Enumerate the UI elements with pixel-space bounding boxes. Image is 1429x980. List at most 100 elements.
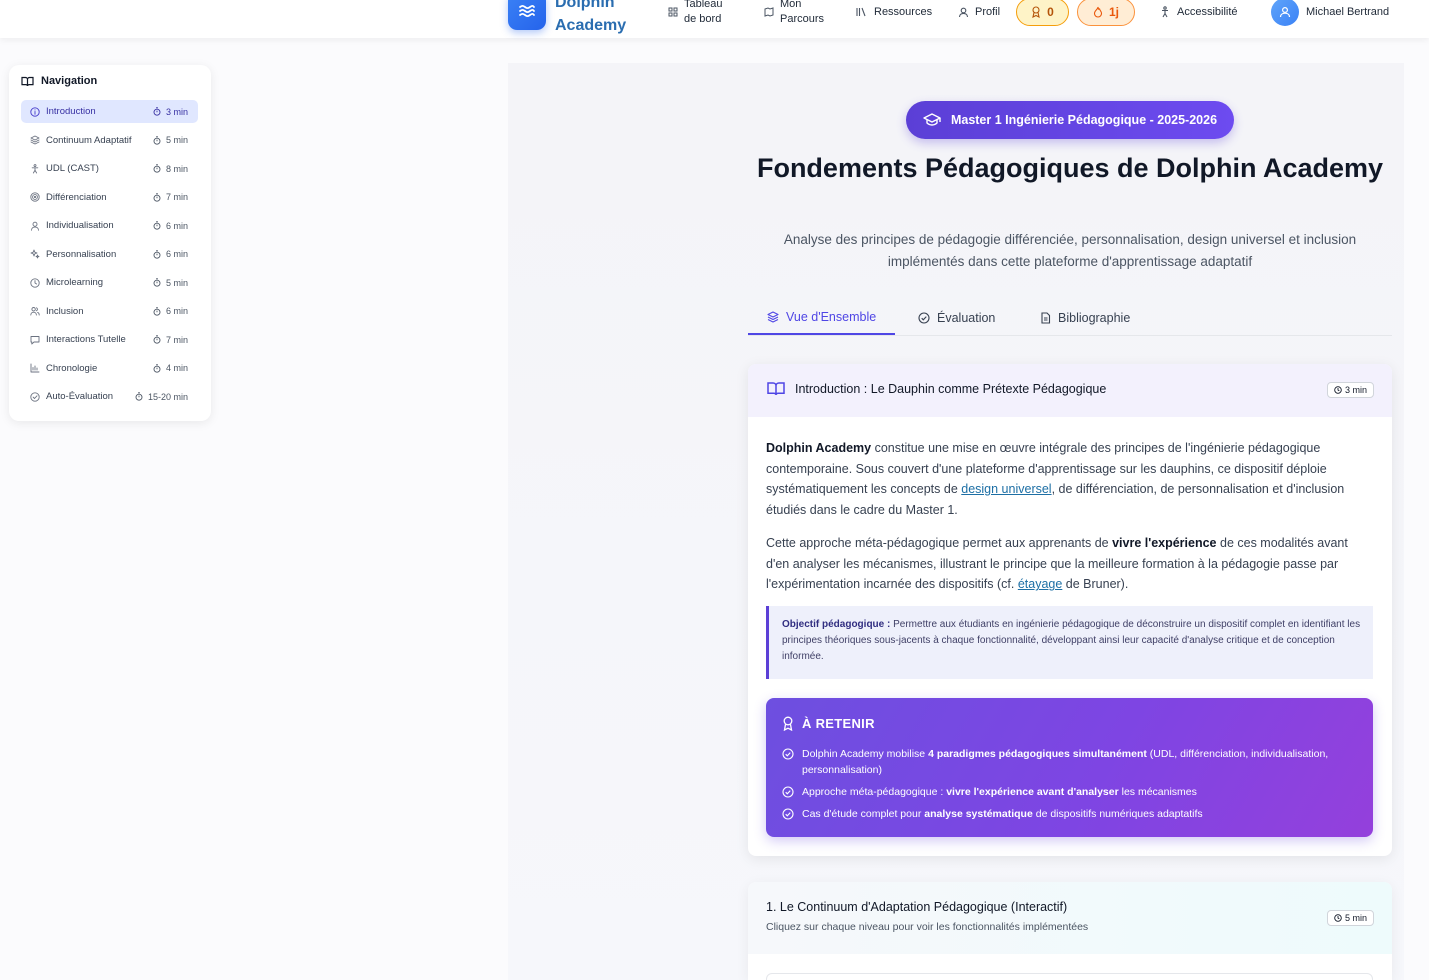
target-icon: [30, 192, 40, 202]
nav-profil-label: Profil: [975, 5, 1001, 18]
timer-icon: [153, 135, 161, 145]
takeaway-item: Cas d'étude complet pour analyse systéma…: [782, 806, 1362, 822]
sidebar-item-microlearning[interactable]: Microlearning 5 min: [21, 271, 198, 294]
takeaway-item: Approche méta-pédagogique : vivre l'expé…: [782, 784, 1362, 800]
sidebar-item-inclusion[interactable]: Inclusion 6 min: [21, 300, 198, 323]
continuum-level-panel[interactable]: [766, 973, 1373, 980]
timer-icon: [153, 335, 161, 344]
streak-pill[interactable]: 1j: [1077, 0, 1135, 26]
sidebar-item-label: Individualisation: [46, 220, 114, 231]
sidebar-item-label: Microlearning: [46, 277, 104, 288]
clock-icon: [1334, 914, 1342, 922]
graduation-cap-icon: [923, 113, 941, 126]
sidebar-item-label: Introduction: [46, 106, 96, 117]
accessibility-icon: [1162, 6, 1168, 18]
tab-evaluation[interactable]: Évaluation: [918, 300, 995, 335]
page-subtitle: Analyse des principes de pédagogie diffé…: [783, 232, 1357, 269]
sidebar-item-duration: 15-20 min: [135, 392, 188, 402]
logo-waves-icon[interactable]: [508, 0, 546, 30]
top-navbar: Dolphin Academy Tableau de bord Mon Parc…: [0, 0, 1429, 38]
timer-icon: [153, 306, 161, 316]
sidebar-item-individualisation[interactable]: Individualisation 6 min: [21, 214, 198, 237]
duration-chip: 3 min: [1326, 382, 1374, 398]
nav-dashboard-label: Tableau de bord: [684, 0, 723, 25]
takeaway-item: Dolphin Academy mobilise 4 paradigmes pé…: [782, 746, 1362, 778]
tab-bar: Vue d'Ensemble Évaluation Bibliographie: [748, 300, 1392, 336]
continuum-card-title: 1. Le Continuum d'Adaptation Pédagogique…: [766, 900, 1068, 914]
library-icon: [856, 7, 866, 17]
user-icon: [958, 7, 969, 17]
timer-icon: [153, 107, 161, 116]
sidebar-item-duration: 6 min: [153, 221, 188, 231]
sidebar-item-duration: 4 min: [153, 363, 188, 373]
sidebar-item-label: Continuum Adaptatif: [46, 134, 132, 146]
continuum-card-subtitle: Cliquez sur chaque niveau pour voir les …: [766, 921, 1089, 933]
sidebar-item-personnalisation[interactable]: Personnalisation 6 min: [21, 243, 198, 266]
sidebar-item-udl-cast[interactable]: UDL (CAST) 8 min: [21, 157, 198, 180]
sidebar-item-duration: 7 min: [153, 192, 188, 202]
clock-icon: [1334, 386, 1342, 394]
intro-paragraph-1: Dolphin Academy constitue une mise en œu…: [766, 441, 1345, 518]
timer-icon: [153, 278, 161, 287]
check-circle-icon: [782, 808, 794, 820]
glossary-link-etayage[interactable]: étayage: [1018, 577, 1062, 591]
key-takeaways-box: À RETENIR Dolphin Academy mobilise 4 par…: [766, 698, 1373, 837]
info-icon: [30, 106, 40, 117]
nav-ressources-label: Ressources: [874, 5, 933, 18]
accessibility-button[interactable]: Accessibilité: [1159, 0, 1238, 31]
sidebar-item-duration: 6 min: [153, 249, 188, 259]
sidebar-title: Navigation: [21, 75, 97, 87]
sidebar-item-label: UDL (CAST): [46, 163, 99, 174]
user-name[interactable]: Michael Bertrand: [1306, 0, 1389, 24]
sidebar-item-label: Inclusion: [46, 305, 84, 317]
check-circle-icon: [918, 311, 930, 324]
layers-icon: [30, 135, 40, 145]
intro-card: Introduction : Le Dauphin comme Prétexte…: [748, 364, 1392, 856]
award-icon: [1032, 6, 1040, 18]
sidebar-item-duration: 3 min: [153, 107, 188, 117]
sidebar-item-differenciation[interactable]: Différenciation 7 min: [21, 186, 198, 209]
avatar[interactable]: [1271, 0, 1299, 26]
book-open-icon: [767, 382, 785, 396]
check-circle-icon: [782, 786, 794, 798]
accessibility-label: Accessibilité: [1177, 5, 1238, 18]
sidebar-item-duration: 5 min: [153, 278, 188, 288]
award-icon: [783, 716, 793, 731]
check-circle-icon: [30, 391, 40, 402]
app-name[interactable]: Dolphin Academy: [555, 0, 635, 37]
glossary-link-design-universel[interactable]: design universel: [961, 482, 1051, 496]
tab-vue-ensemble[interactable]: Vue d'Ensemble: [748, 300, 896, 335]
check-circle-icon: [782, 748, 794, 760]
sidebar-item-introduction[interactable]: Introduction 3 min: [21, 100, 198, 123]
nav-dashboard[interactable]: Tableau de bord: [668, 0, 732, 31]
nav-profil[interactable]: Profil: [958, 0, 1000, 31]
badges-pill[interactable]: 0: [1016, 0, 1069, 26]
user-avatar-icon: [1279, 6, 1291, 18]
badges-count: 0: [1047, 5, 1054, 19]
sidebar-item-chronologie[interactable]: Chronologie 4 min: [21, 357, 198, 380]
nav-mon-parcours[interactable]: Mon Parcours: [764, 0, 828, 31]
nav-ressources[interactable]: Ressources: [856, 0, 932, 31]
sidebar-item-auto-evaluation[interactable]: Auto-Évaluation 15-20 min: [21, 385, 198, 408]
layers-icon: [767, 310, 779, 323]
program-badge: Master 1 Ingénierie Pédagogique - 2025-2…: [906, 101, 1234, 139]
sidebar-item-duration: 6 min: [153, 306, 188, 316]
chart-icon: [30, 363, 40, 373]
sidebar-item-label: Interactions Tutelle: [46, 334, 126, 345]
sparkles-icon: [30, 249, 40, 259]
sidebar-item-label: Auto-Évaluation: [46, 391, 114, 402]
sidebar-item-interactions-tutelle[interactable]: Interactions Tutelle 7 min: [21, 328, 198, 351]
tab-bibliographie[interactable]: Bibliographie: [1040, 300, 1130, 335]
sidebar-item-duration: 7 min: [153, 335, 188, 345]
continuum-card: 1. Le Continuum d'Adaptation Pédagogique…: [748, 882, 1392, 980]
timer-icon: [153, 164, 161, 173]
flame-icon: [1093, 6, 1103, 18]
sidebar-navigation: Navigation Introduction 3 min Continuum Ad…: [9, 65, 211, 421]
dashboard-icon: [668, 7, 678, 17]
sidebar-item-continuum-adaptatif[interactable]: Continuum Adaptatif 5 min: [21, 129, 198, 152]
timer-icon: [153, 192, 161, 202]
intro-card-title: Introduction : Le Dauphin comme Prétexte…: [767, 381, 1106, 396]
page-title: Fondements Pédagogiques de Dolphin Acade…: [756, 153, 1384, 183]
map-icon: [764, 7, 774, 17]
timer-icon: [153, 249, 161, 259]
